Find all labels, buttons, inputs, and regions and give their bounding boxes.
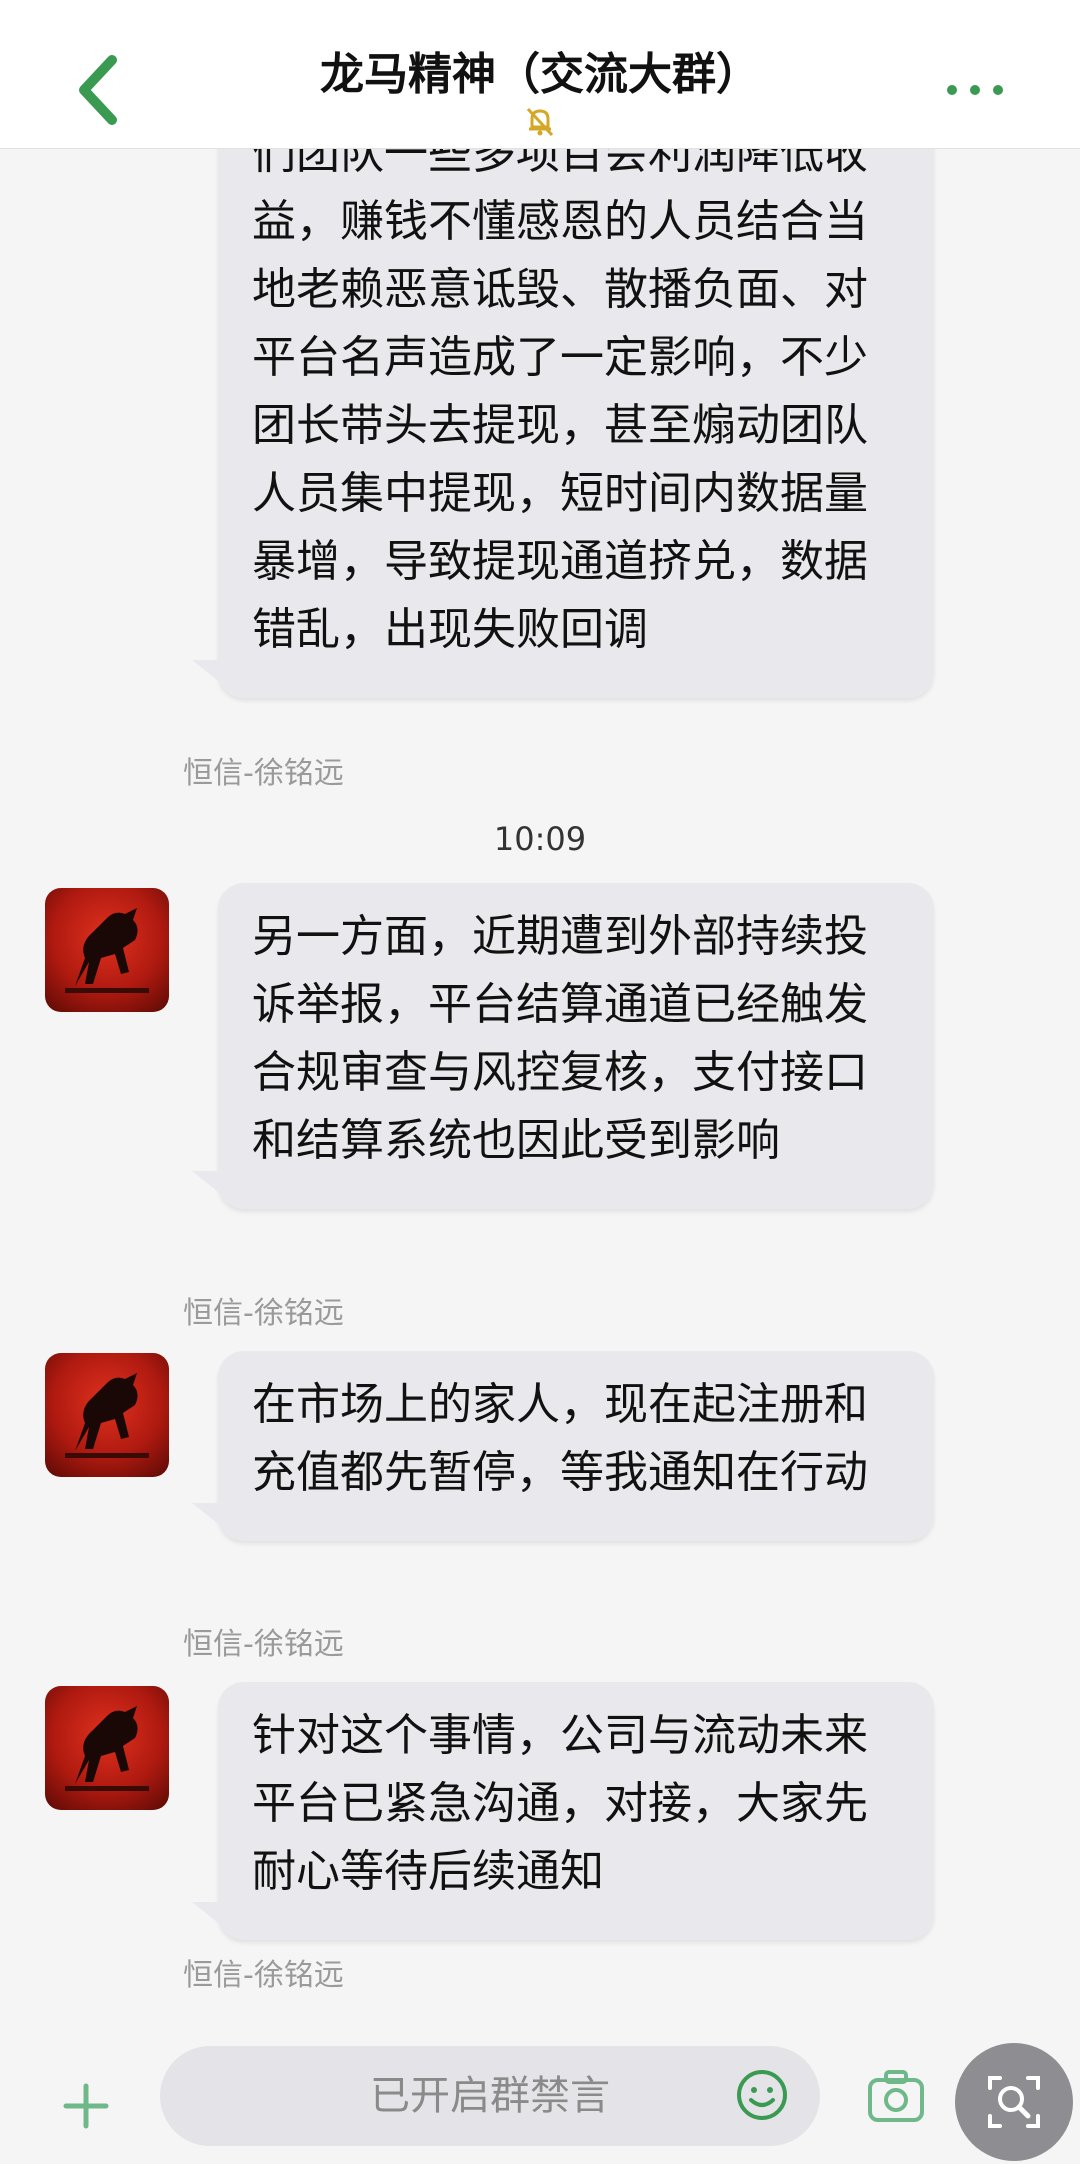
horse-icon	[65, 1706, 149, 1791]
avatar[interactable]	[45, 888, 169, 1012]
ellipsis-icon[interactable]	[940, 70, 1010, 110]
avatar[interactable]	[45, 1686, 169, 1810]
image-search-button[interactable]	[955, 2043, 1073, 2161]
message-input[interactable]: 已开启群禁言	[160, 2046, 820, 2146]
chat-title: 龙马精神（交流大群）	[320, 49, 760, 100]
sender-name: 恒信-徐铭远	[183, 1296, 344, 1331]
sender-name: 恒信-徐铭远	[183, 1958, 344, 1993]
sender-name: 恒信-徐铭远	[183, 1627, 344, 1662]
message-list[interactable]: 们团队一些多项目会利润降低收益，赚钱不懂感恩的人员结合当地老赖恶意诋毁、散播负面…	[0, 148, 1080, 2028]
message-bubble[interactable]: 们团队一些多项目会利润降低收益，赚钱不懂感恩的人员结合当地老赖恶意诋毁、散播负面…	[192, 148, 934, 698]
camera-icon[interactable]	[864, 2064, 928, 2128]
smiley-icon[interactable]	[735, 2068, 789, 2122]
image-search-icon	[988, 2076, 1040, 2128]
message-bubble[interactable]: 另一方面，近期遭到外部持续投诉举报，平台结算通道已经触发合规审查与风控复核，支付…	[192, 883, 934, 1209]
avatar[interactable]	[45, 1353, 169, 1477]
input-bar: 已开启群禁言	[0, 2028, 1080, 2164]
horse-icon	[65, 1373, 149, 1458]
horse-icon	[65, 908, 149, 993]
message-bubble[interactable]: 在市场上的家人，现在起注册和充值都先暂停，等我通知在行动	[192, 1351, 934, 1541]
plus-icon[interactable]	[58, 2078, 114, 2134]
chat-header: 龙马精神（交流大群）	[0, 0, 1080, 149]
bell-off-icon	[526, 107, 554, 137]
timestamp: 10:09	[493, 820, 587, 858]
message-bubble[interactable]: 针对这个事情，公司与流动未来平台已紧急沟通，对接，大家先耐心等待后续通知	[192, 1682, 934, 1940]
sender-name: 恒信-徐铭远	[183, 756, 344, 791]
